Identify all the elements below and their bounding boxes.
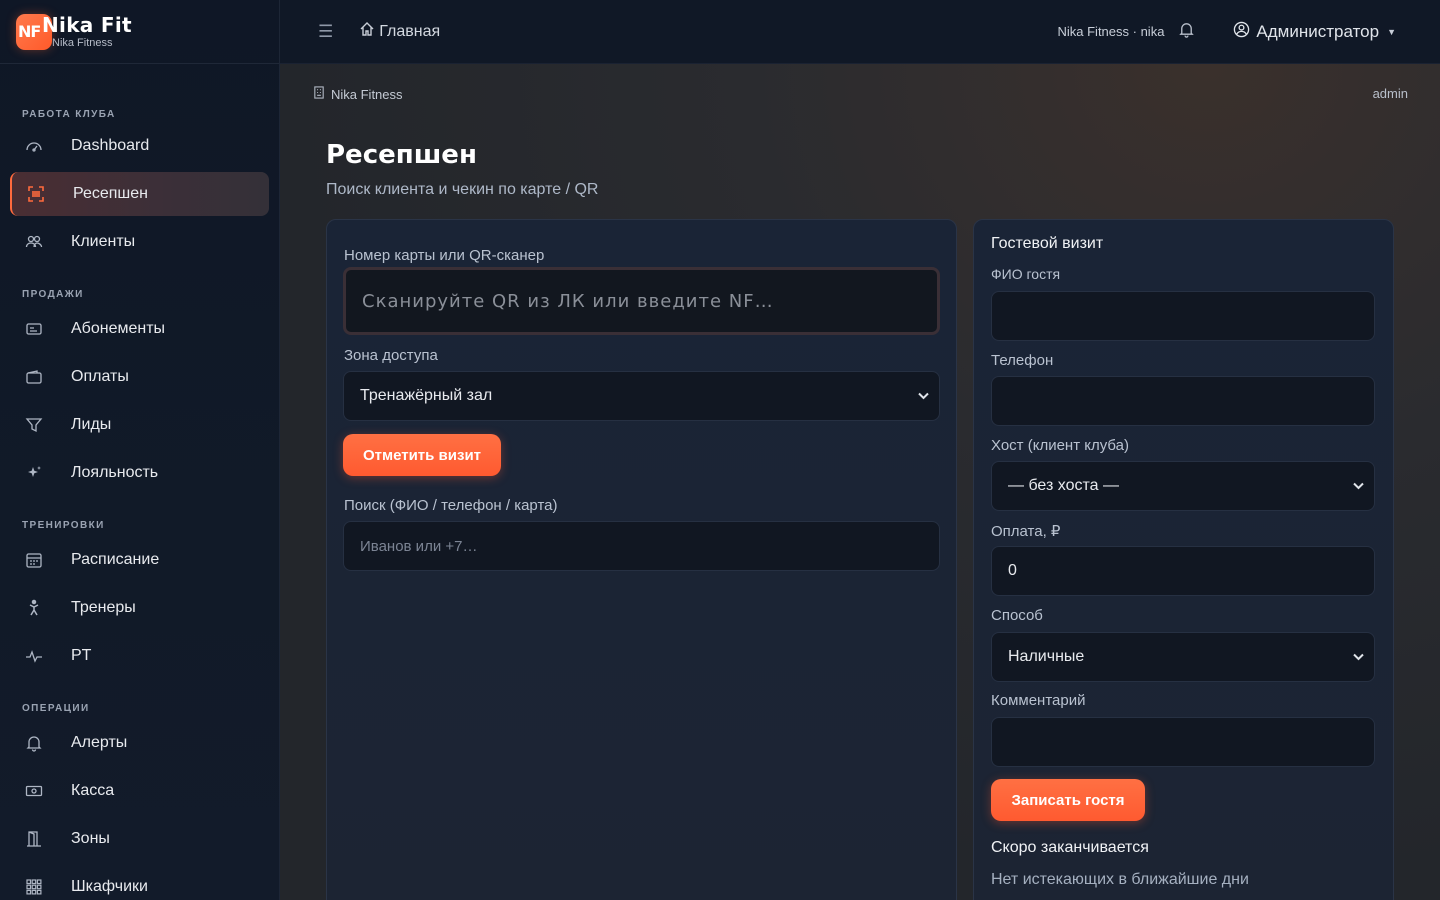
org-label: Nika Fitness · nika	[1057, 24, 1165, 39]
person-icon	[24, 598, 44, 618]
user-circle-icon	[1233, 21, 1250, 43]
brand-title: Nika Fit	[42, 12, 132, 37]
sidebar-item-dashboard[interactable]: Dashboard	[10, 124, 269, 168]
chevron-down-icon	[1353, 650, 1364, 664]
gauge-icon	[24, 136, 44, 156]
sidebar-item-trainers[interactable]: Тренеры	[10, 586, 269, 630]
nav-section-title: ТРЕНИРОВКИ	[22, 520, 105, 531]
zone-select[interactable]: Тренажёрный зал	[343, 371, 940, 421]
guest-name-label: ФИО гостя	[991, 266, 1061, 282]
nav-section-title: ПРОДАЖИ	[22, 289, 84, 300]
zone-label: Зона доступа	[344, 347, 438, 364]
sidebar-item-lockers[interactable]: Шкафчики	[10, 865, 269, 900]
method-label: Способ	[991, 607, 1043, 624]
pulse-icon	[24, 646, 44, 666]
checkin-card: Номер карты или QR-сканер Сканируйте QR …	[326, 219, 957, 900]
funnel-icon	[24, 415, 44, 435]
cash-icon	[24, 781, 44, 801]
expiring-title: Скоро заканчивается	[991, 839, 1149, 856]
sidebar-item-payments[interactable]: Оплаты	[10, 355, 269, 399]
sparkle-icon	[24, 463, 44, 483]
menu-toggle-icon[interactable]: ☰	[318, 22, 333, 42]
door-icon	[24, 829, 44, 849]
sidebar: NF Nika Fit Nika Fitness РАБОТА КЛУБА Da…	[0, 0, 280, 900]
comment-label: Комментарий	[991, 692, 1086, 709]
host-select[interactable]: — без хоста —	[991, 461, 1375, 511]
brand-subtitle: Nika Fitness	[52, 36, 113, 49]
sidebar-item-subscriptions[interactable]: Абонементы	[10, 307, 269, 351]
notifications-bell-icon[interactable]	[1178, 21, 1195, 43]
guest-visit-title: Гостевой визит	[991, 235, 1104, 252]
guest-name-input[interactable]	[991, 291, 1375, 341]
brand[interactable]: NF Nika Fit Nika Fitness	[0, 0, 279, 64]
guest-visit-card: Гостевой визит ФИО гостя Телефон Хост (к…	[973, 219, 1394, 900]
card-scan-input[interactable]: Сканируйте QR из ЛК или введите NF…	[343, 267, 940, 335]
sidebar-item-zones[interactable]: Зоны	[10, 817, 269, 861]
search-label: Поиск (ФИО / телефон / карта)	[344, 497, 558, 514]
calendar-icon	[24, 550, 44, 570]
host-label: Хост (клиент клуба)	[991, 437, 1129, 454]
payment-input[interactable]: 0	[991, 546, 1375, 596]
sidebar-item-loyalty[interactable]: Лояльность	[10, 451, 269, 495]
chevron-down-icon	[918, 389, 929, 403]
sidebar-item-schedule[interactable]: Расписание	[10, 538, 269, 582]
card-number-label: Номер карты или QR-сканер	[344, 247, 545, 264]
chevron-down-icon	[1353, 479, 1364, 493]
sidebar-item-pt[interactable]: PT	[10, 634, 269, 678]
scan-icon	[26, 184, 46, 204]
sidebar-item-leads[interactable]: Лиды	[10, 403, 269, 447]
sidebar-item-cashdesk[interactable]: Касса	[10, 769, 269, 813]
grid-icon	[24, 877, 44, 897]
home-link[interactable]: Главная	[359, 21, 440, 42]
sidebar-item-clients[interactable]: Клиенты	[10, 220, 269, 264]
guest-phone-input[interactable]	[991, 376, 1375, 426]
payment-label: Оплата, ₽	[991, 523, 1061, 540]
building-icon	[313, 86, 325, 102]
topbar: ☰ Главная Nika Fitness · nika Администра…	[280, 0, 1440, 64]
home-icon	[359, 21, 375, 42]
mark-visit-button[interactable]: Отметить визит	[343, 434, 501, 476]
comment-input[interactable]	[991, 717, 1375, 767]
card-icon	[24, 319, 44, 339]
expiring-empty-note: Нет истекающих в ближайшие дни	[991, 871, 1249, 888]
admin-tag: admin	[1372, 86, 1408, 101]
sidebar-item-reception[interactable]: Ресепшен	[10, 172, 269, 216]
bell-icon	[24, 733, 44, 753]
breadcrumb[interactable]: Nika Fitness	[313, 86, 403, 102]
submit-guest-button[interactable]: Записать гостя	[991, 779, 1145, 821]
wallet-icon	[24, 367, 44, 387]
page-subtitle: Поиск клиента и чекин по карте / QR	[326, 181, 599, 198]
nav-section-title: ОПЕРАЦИИ	[22, 703, 90, 714]
caret-down-icon: ▼	[1387, 26, 1396, 37]
guest-phone-label: Телефон	[991, 352, 1054, 369]
nav-section-title: РАБОТА КЛУБА	[22, 109, 116, 120]
people-icon	[24, 232, 44, 252]
page-title: Ресепшен	[326, 140, 477, 170]
user-menu[interactable]: Администратор ▼	[1233, 21, 1396, 43]
main-content: Nika Fitness admin Ресепшен Поиск клиент…	[280, 64, 1440, 900]
payment-method-select[interactable]: Наличные	[991, 632, 1375, 682]
sidebar-item-alerts[interactable]: Алерты	[10, 721, 269, 765]
client-search-input[interactable]: Иванов или +7…	[343, 521, 940, 571]
